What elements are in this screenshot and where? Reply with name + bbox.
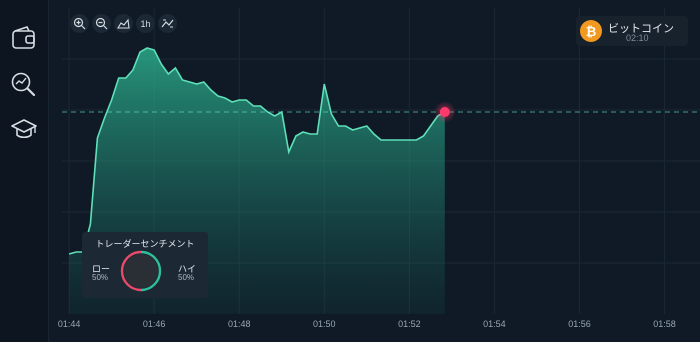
trader-sentiment-panel: トレーダーセンチメント ロー 50% ハイ 50% — [82, 232, 208, 298]
data-point — [224, 97, 226, 99]
data-point — [203, 81, 205, 83]
x-tick-label: 01:56 — [568, 319, 591, 329]
data-point — [259, 105, 261, 107]
area-chart-icon — [117, 18, 130, 29]
data-point — [96, 137, 98, 139]
data-point — [182, 79, 184, 81]
sentiment-title: トレーダーセンチメント — [95, 239, 195, 249]
data-point — [139, 51, 141, 53]
data-point — [217, 95, 219, 97]
bitcoin-icon: ₿ — [580, 20, 602, 42]
sentiment-gauge — [120, 250, 162, 292]
data-point — [323, 83, 325, 85]
data-point — [89, 223, 91, 225]
zoom-in-button[interactable] — [70, 14, 89, 33]
data-point — [146, 47, 148, 49]
x-tick-label: 01:48 — [227, 319, 251, 329]
data-point — [231, 101, 233, 103]
data-point — [423, 135, 425, 137]
data-point — [352, 129, 354, 131]
data-point — [189, 81, 191, 83]
high-percent: 50% — [178, 273, 195, 282]
low-percent: 50% — [92, 273, 109, 282]
sidebar — [0, 0, 49, 342]
expiry-time: 02:10 — [626, 33, 649, 43]
data-point — [245, 99, 247, 101]
wallet-button[interactable] — [9, 24, 39, 54]
x-tick-label: 01:46 — [142, 319, 166, 329]
analytics-button[interactable] — [9, 70, 39, 100]
zoom-in-icon — [73, 17, 86, 30]
data-point — [160, 63, 162, 65]
data-point — [337, 125, 339, 127]
chart-type-button[interactable] — [114, 14, 133, 33]
data-point — [281, 111, 283, 113]
data-point — [75, 251, 77, 253]
data-point — [167, 73, 169, 75]
x-tick-label: 01:52 — [398, 319, 421, 329]
data-point — [288, 151, 290, 153]
timeframe-label: 1h — [140, 18, 151, 29]
asset-selector[interactable]: ₿ ビットコイン 02:10 — [576, 16, 688, 46]
data-point — [373, 133, 375, 135]
data-point — [118, 77, 120, 79]
timeframe-button[interactable]: 1h — [136, 14, 155, 33]
data-point — [366, 125, 368, 127]
data-point — [387, 139, 389, 141]
chart-toolbar: 1h — [70, 14, 177, 33]
data-point — [153, 49, 155, 51]
data-point — [104, 117, 106, 119]
zoom-out-icon — [95, 17, 108, 30]
data-point — [309, 133, 311, 135]
data-point — [302, 131, 304, 133]
data-point — [174, 67, 176, 69]
data-point — [401, 139, 403, 141]
data-point — [274, 115, 276, 117]
current-price-marker — [439, 107, 450, 117]
education-cap-icon — [11, 119, 37, 139]
data-point — [252, 105, 254, 107]
sentiment-gauge-center — [124, 254, 158, 288]
drawing-tools-icon — [161, 19, 174, 28]
zoom-out-button[interactable] — [92, 14, 111, 33]
data-point — [345, 125, 347, 127]
data-point — [125, 77, 127, 79]
data-point — [330, 113, 332, 115]
data-point — [267, 111, 269, 113]
data-point — [111, 99, 113, 101]
x-tick-label: 01:50 — [313, 319, 336, 329]
data-point — [68, 253, 70, 255]
data-point — [415, 139, 417, 141]
data-point — [430, 125, 432, 127]
data-point — [295, 135, 297, 137]
x-tick-label: 01:58 — [653, 319, 676, 329]
data-point — [359, 127, 361, 129]
data-point — [408, 139, 410, 141]
data-point — [238, 99, 240, 101]
analytics-search-icon — [11, 72, 36, 97]
data-point — [210, 89, 212, 91]
wallet-icon — [12, 26, 35, 49]
x-tick-label: 01:54 — [483, 319, 506, 329]
data-point — [196, 83, 198, 85]
x-tick-label: 01:44 — [57, 319, 81, 329]
data-point — [380, 139, 382, 141]
data-point — [394, 139, 396, 141]
education-button[interactable] — [9, 114, 39, 144]
data-point — [316, 133, 318, 135]
drawing-tools-button[interactable] — [158, 14, 177, 33]
data-point — [132, 69, 134, 71]
